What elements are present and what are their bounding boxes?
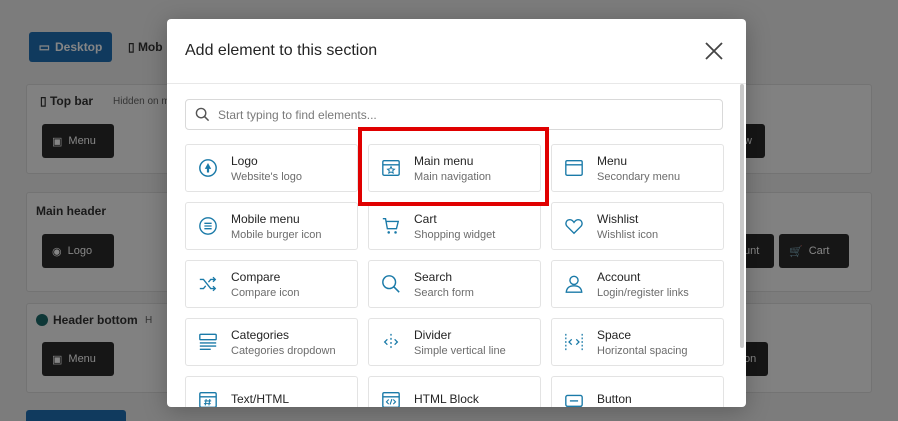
element-name: Space	[597, 327, 632, 342]
element-description: Secondary menu	[597, 170, 681, 183]
categories-icon	[197, 331, 219, 353]
element-description: Search form	[414, 286, 474, 299]
element-card-text: Compare Compare icon	[231, 270, 299, 299]
element-card-text: Space Horizontal spacing	[597, 328, 688, 357]
close-icon[interactable]	[703, 40, 725, 62]
element-card-text: Text/HTML	[231, 392, 289, 408]
element-card-account[interactable]: Account Login/register links	[551, 260, 724, 308]
element-name: Button	[597, 391, 632, 406]
element-name: Logo	[231, 153, 258, 168]
element-card-text: Logo Website's logo	[231, 154, 302, 183]
element-card-text: Wishlist Wishlist icon	[597, 212, 658, 241]
element-card-text: HTML Block	[414, 392, 479, 408]
heart-icon	[563, 215, 585, 237]
button-icon	[563, 389, 585, 407]
element-search-input[interactable]	[218, 107, 722, 122]
element-description: Wishlist icon	[597, 228, 659, 241]
element-card-mobile-menu[interactable]: Mobile menu Mobile burger icon	[185, 202, 358, 250]
modal-title: Add element to this section	[185, 42, 378, 59]
element-description: Categories dropdown	[231, 344, 336, 357]
element-card-text-html[interactable]: Text/HTML	[185, 376, 358, 407]
text-html-icon	[197, 389, 219, 407]
element-card-html-block[interactable]: HTML Block	[368, 376, 541, 407]
element-card-text: Account Login/register links	[597, 270, 689, 299]
element-description: Simple vertical line	[414, 344, 506, 357]
element-description: Mobile burger icon	[231, 228, 322, 241]
divider-icon	[380, 331, 402, 353]
element-card-space[interactable]: Space Horizontal spacing	[551, 318, 724, 366]
element-card-text: Menu Secondary menu	[597, 154, 680, 183]
element-card-categories[interactable]: Categories Categories dropdown	[185, 318, 358, 366]
element-card-text: Mobile menu Mobile burger icon	[231, 212, 322, 241]
element-card-wishlist[interactable]: Wishlist Wishlist icon	[551, 202, 724, 250]
element-name: Menu	[597, 153, 628, 168]
menu-icon	[563, 157, 585, 179]
element-card-divider[interactable]: Divider Simple vertical line	[368, 318, 541, 366]
element-search-box[interactable]	[185, 99, 723, 130]
element-card-menu[interactable]: Menu Secondary menu	[551, 144, 724, 192]
element-description: Login/register links	[597, 286, 689, 299]
logo-icon	[197, 157, 219, 179]
element-name: Categories	[231, 327, 290, 342]
element-name: Wishlist	[597, 211, 639, 226]
element-card-text: Divider Simple vertical line	[414, 328, 506, 357]
modal-divider	[167, 83, 746, 84]
element-description: Horizontal spacing	[597, 344, 688, 357]
element-card-text: Search Search form	[414, 270, 474, 299]
element-card-text: Button	[597, 392, 632, 408]
element-card-button[interactable]: Button	[551, 376, 724, 407]
element-card-text: Cart Shopping widget	[414, 212, 495, 241]
element-card-cart[interactable]: Cart Shopping widget	[368, 202, 541, 250]
mobile-menu-icon	[197, 215, 219, 237]
element-name: Search	[414, 269, 453, 284]
space-icon	[563, 331, 585, 353]
code-icon	[380, 389, 402, 407]
element-description: Website's logo	[231, 170, 302, 183]
element-card-logo[interactable]: Logo Website's logo	[185, 144, 358, 192]
element-description: Shopping widget	[414, 228, 496, 241]
element-card-text: Categories Categories dropdown	[231, 328, 336, 357]
search-icon	[195, 107, 210, 122]
element-name: HTML Block	[414, 391, 479, 406]
element-name: Text/HTML	[231, 391, 290, 406]
element-name: Cart	[414, 211, 437, 226]
modal-scrollbar[interactable]	[740, 84, 744, 348]
element-name: Divider	[414, 327, 452, 342]
add-element-modal: Add element to this section Logo Website'…	[167, 19, 746, 407]
element-description: Compare icon	[231, 286, 300, 299]
element-name: Mobile menu	[231, 211, 300, 226]
highlight-box	[358, 127, 549, 206]
element-name: Compare	[231, 269, 281, 284]
user-icon	[563, 273, 585, 295]
shuffle-icon	[197, 273, 219, 295]
search-icon	[380, 273, 402, 295]
element-name: Account	[597, 269, 641, 284]
element-card-search[interactable]: Search Search form	[368, 260, 541, 308]
cart-icon	[380, 215, 402, 237]
element-card-compare[interactable]: Compare Compare icon	[185, 260, 358, 308]
